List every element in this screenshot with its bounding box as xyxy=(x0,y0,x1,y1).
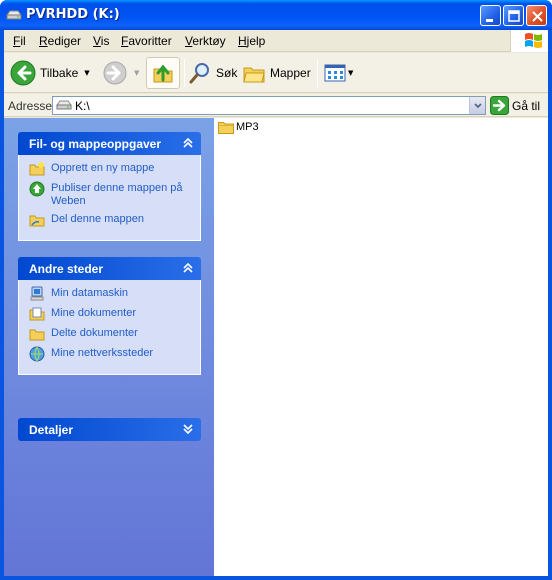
back-arrow-icon xyxy=(10,60,36,86)
file-list-view[interactable]: MP3 xyxy=(214,118,548,576)
task-new-folder[interactable]: Opprett en ny mappe xyxy=(29,161,192,177)
expand-chevron-icon[interactable] xyxy=(181,422,195,436)
close-button[interactable] xyxy=(526,5,547,26)
details-panel: Detaljer xyxy=(18,418,201,441)
menu-favorites[interactable]: Favoritter xyxy=(121,34,172,48)
main-area: Fil- og mappeoppgaver Opprett en ny mapp… xyxy=(4,118,548,576)
network-places-icon xyxy=(29,346,45,362)
publish-web-icon xyxy=(29,181,45,197)
panel-body: Min datamaskin Mine dokumenter Delte dok… xyxy=(18,280,201,375)
forward-button[interactable]: ▼ xyxy=(102,57,139,89)
chevron-down-icon xyxy=(474,103,482,109)
panel-header[interactable]: Andre steder xyxy=(18,257,201,280)
folders-button[interactable]: Mapper xyxy=(242,57,311,89)
place-network-places[interactable]: Mine nettverkssteder xyxy=(29,346,192,362)
client-area: Fil Rediger Vis Favoritter Verktøy Hjelp xyxy=(4,30,548,576)
collapse-chevron-icon[interactable] xyxy=(181,136,195,150)
place-shared-documents[interactable]: Delte dokumenter xyxy=(29,326,192,342)
menu-tools[interactable]: Verktøy xyxy=(185,34,226,48)
share-folder-icon xyxy=(29,215,45,227)
views-button[interactable]: ▼ xyxy=(324,57,353,89)
windows-logo-icon xyxy=(510,30,548,52)
go-button[interactable]: Gå til xyxy=(490,96,540,115)
task-share-folder[interactable]: Del denne mappen xyxy=(29,212,192,228)
menu-bar: Fil Rediger Vis Favoritter Verktøy Hjelp xyxy=(4,30,548,52)
title-bar[interactable]: PVRHDD (K:) xyxy=(0,0,552,30)
task-pane: Fil- og mappeoppgaver Opprett en ny mapp… xyxy=(4,118,214,576)
up-button[interactable] xyxy=(146,57,180,89)
address-label: Adresse xyxy=(8,99,53,113)
standard-toolbar: Tilbake ▼ ▼ Søk Mapper ▼ xyxy=(4,53,548,93)
place-my-computer[interactable]: Min datamaskin xyxy=(29,286,192,302)
menu-help[interactable]: Hjelp xyxy=(238,34,265,48)
folder-item-mp3[interactable]: MP3 xyxy=(218,120,259,134)
file-folder-tasks-panel: Fil- og mappeoppgaver Opprett en ny mapp… xyxy=(18,132,201,241)
views-dropdown-icon[interactable]: ▼ xyxy=(348,69,353,77)
other-places-panel: Andre steder Min datamaskin Mine dokumen xyxy=(18,257,201,375)
drive-icon xyxy=(56,99,72,115)
maximize-button[interactable] xyxy=(503,5,524,26)
explorer-window: PVRHDD (K:) Fil Rediger Vis Favoritter V… xyxy=(0,0,552,580)
menu-edit[interactable]: Rediger xyxy=(39,34,81,48)
views-icon xyxy=(324,64,346,82)
close-icon xyxy=(532,11,543,22)
collapse-chevron-icon[interactable] xyxy=(181,261,195,275)
maximize-icon xyxy=(508,10,520,22)
search-icon xyxy=(189,63,209,84)
folder-icon xyxy=(218,122,234,134)
minimize-button[interactable] xyxy=(480,5,501,26)
drive-icon xyxy=(6,8,22,22)
search-button[interactable]: Søk xyxy=(188,57,237,89)
toolbar-separator xyxy=(184,59,185,87)
panel-body: Opprett en ny mappe Publiser denne mappe… xyxy=(18,155,201,241)
new-folder-icon xyxy=(29,162,45,176)
shared-documents-icon xyxy=(29,329,45,341)
panel-header[interactable]: Detaljer xyxy=(18,418,201,441)
place-my-documents[interactable]: Mine dokumenter xyxy=(29,306,192,322)
back-dropdown-icon[interactable]: ▼ xyxy=(84,69,89,77)
go-arrow-icon xyxy=(490,96,509,115)
toolbar-separator xyxy=(317,59,318,87)
folder-up-icon xyxy=(153,64,173,83)
my-documents-icon xyxy=(29,307,45,321)
task-publish-web[interactable]: Publiser denne mappen på Weben xyxy=(29,181,192,208)
menu-file[interactable]: Fil xyxy=(13,34,26,48)
panel-header[interactable]: Fil- og mappeoppgaver xyxy=(18,132,201,155)
menu-view[interactable]: Vis xyxy=(93,34,109,48)
back-button[interactable]: Tilbake ▼ xyxy=(10,57,90,89)
forward-arrow-icon xyxy=(103,61,127,85)
my-computer-icon xyxy=(30,286,44,301)
address-bar: Adresse K:\ Gå til xyxy=(4,94,548,117)
forward-dropdown-icon: ▼ xyxy=(134,69,140,77)
minimize-icon xyxy=(486,19,493,22)
window-title: PVRHDD (K:) xyxy=(26,7,120,22)
address-value: K:\ xyxy=(75,99,90,113)
folders-icon xyxy=(243,67,265,83)
address-input[interactable]: K:\ xyxy=(52,96,486,115)
address-dropdown-button[interactable] xyxy=(469,97,485,114)
